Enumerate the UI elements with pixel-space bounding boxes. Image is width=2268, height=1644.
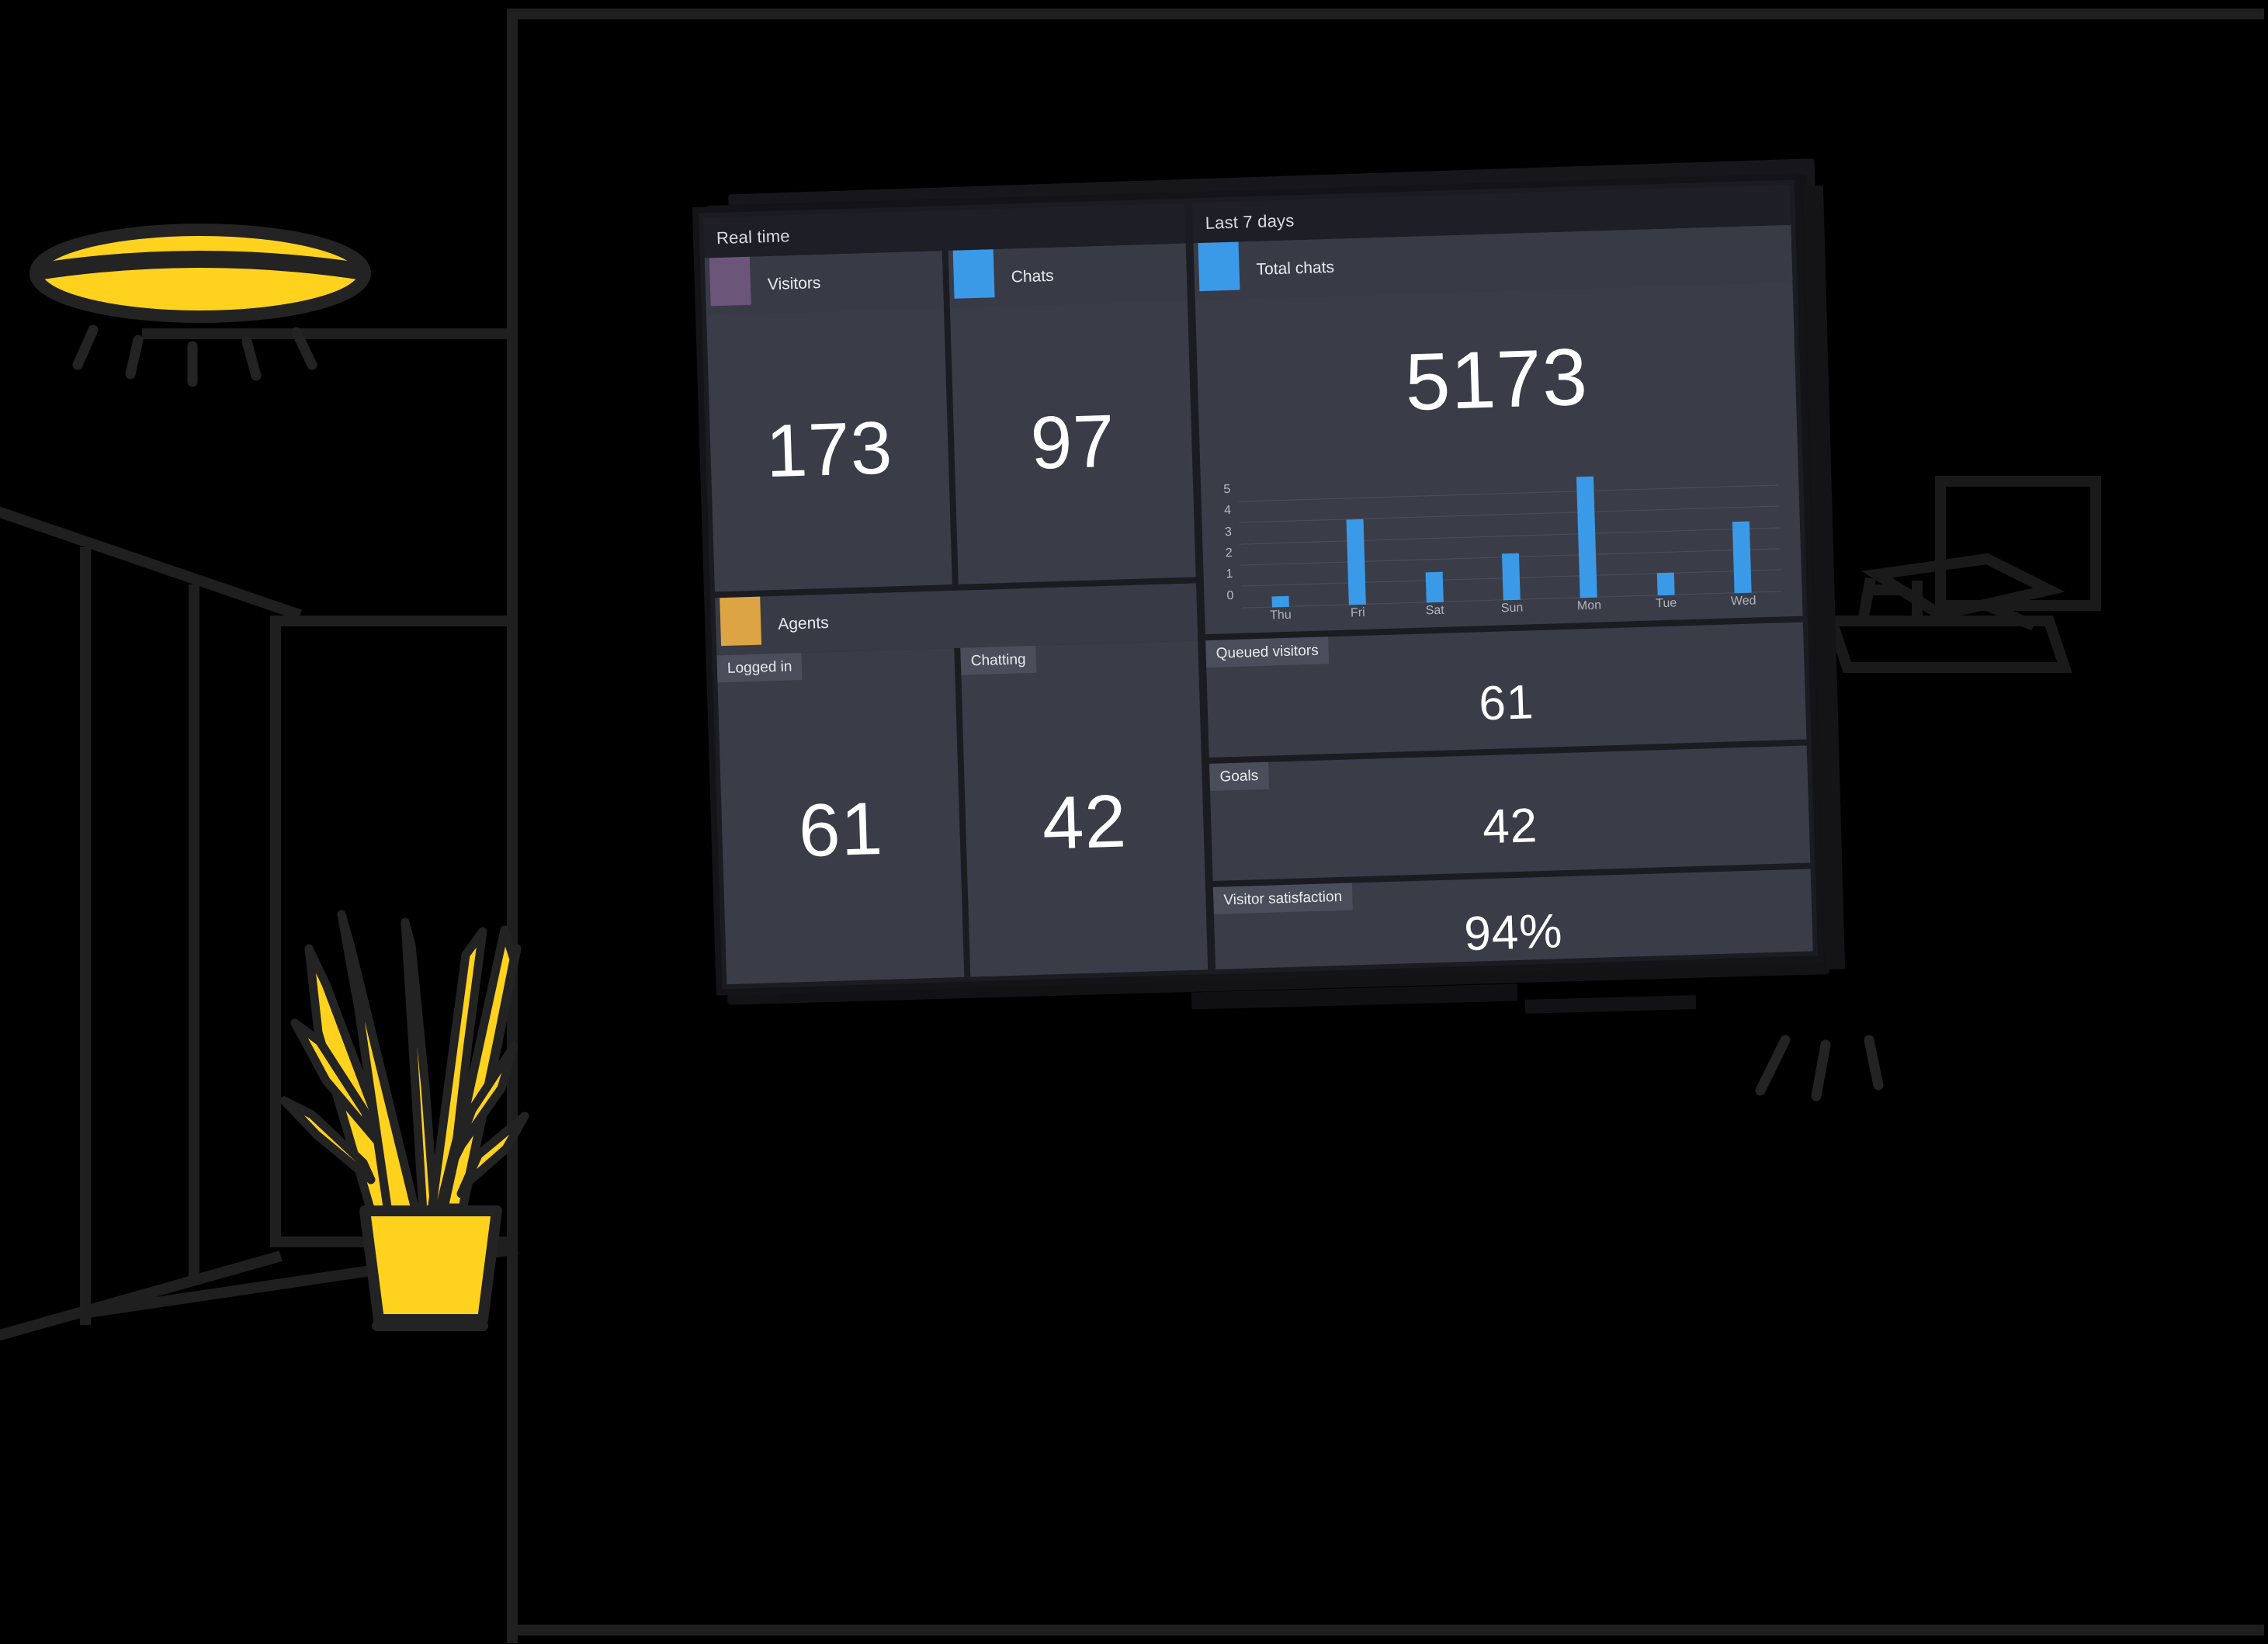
chats-color-swatch [952,249,995,299]
agents-chatting-tile[interactable]: Chatting 42 [960,640,1209,977]
chart-x-tick-label: Mon [1576,598,1602,613]
realtime-column: Real time Visitors 173 Chats 97 Agents L… [703,203,1209,985]
ceiling-lamp [29,224,371,387]
scene-root: Real time Visitors 173 Chats 97 Agents L… [0,0,2268,1644]
agents-title: Agents [777,613,829,633]
total-chats-color-swatch [1198,241,1240,292]
queued-visitors-panel[interactable]: Queued visitors 61 [1205,622,1807,758]
chart-bar[interactable] [1425,572,1444,603]
queued-visitors-tag: Queued visitors [1205,636,1330,668]
agents-block: Agents Logged in 61 Chatting 42 [715,583,1209,985]
visitors-value: 173 [765,406,894,494]
hall-floor-line-2 [87,1243,518,1318]
chart-y-tick: 5 [1223,483,1231,497]
logged-in-tag: Logged in [716,653,803,683]
chart-x-tick-label: Thu [1269,608,1292,623]
visitors-color-swatch [709,256,751,307]
chart-bar-cell [1392,473,1473,603]
chart-bar[interactable] [1656,572,1675,596]
total-chats-value: 5173 [1403,332,1590,428]
hall-floor-line [0,1250,283,1341]
visitors-tile-title: Visitors [767,274,821,294]
agents-color-swatch [720,596,762,647]
visitors-tile[interactable]: Visitors 173 [704,251,952,592]
goals-tag: Goals [1209,761,1269,791]
chart-bar-cell [1238,478,1319,608]
realtime-tiles-row: Visitors 173 Chats 97 [704,243,1196,592]
chart-y-axis: 0 1 2 3 4 5 [1209,481,1239,609]
chart-x-tick-label: Fri [1350,605,1365,620]
chart-bar-cell [1315,476,1396,605]
visitor-satisfaction-tag: Visitor satisfaction [1212,883,1353,914]
chart-x-tick-label: Wed [1730,594,1756,609]
potted-plant [279,910,529,1331]
chart-y-tick: 1 [1226,567,1233,581]
chats-tile-head: Chats [948,243,1188,308]
chart-x-tick-label: Tue [1656,596,1677,611]
chats-tile[interactable]: Chats 97 [948,243,1196,584]
chart-y-tick: 4 [1223,504,1232,518]
wall-tv: Real time Visitors 173 Chats 97 Agents L… [699,158,1882,1014]
chats-value: 97 [1029,399,1117,485]
chart-bar-cell [1469,471,1550,601]
chart-bar[interactable] [1576,476,1598,598]
chart-x-tick-label: Sat [1425,603,1444,618]
agents-tiles-row: Logged in 61 Chatting 42 [716,640,1209,985]
chatting-tag: Chatting [960,645,1037,675]
chats-tile-title: Chats [1011,266,1054,286]
chart-bar[interactable] [1346,519,1366,605]
chart-bars [1238,464,1782,608]
chatting-value: 42 [1041,779,1129,865]
total-chats-title: Total chats [1256,258,1335,279]
agents-logged-in-tile[interactable]: Logged in 61 [716,647,965,985]
chart-bar[interactable] [1501,553,1521,601]
chart-bar-cell [1701,464,1781,594]
chart-y-tick: 2 [1225,546,1233,560]
total-chats-chart: 0 1 2 3 4 5 Thu Fri Sat Sun Mon Tue Wed [1201,460,1803,633]
logged-in-value: 61 [797,786,885,872]
tv-foot-right [1524,995,1697,1014]
chart-bar-cell [1624,466,1704,596]
tv-screen: Real time Visitors 173 Chats 97 Agents L… [699,179,1818,990]
chart-bar[interactable] [1732,521,1752,594]
chart-bar[interactable] [1271,595,1289,608]
chart-y-tick: 3 [1224,525,1233,539]
chart-x-tick-label: Sun [1500,601,1524,616]
queued-visitors-value: 61 [1478,675,1535,731]
tv-light-rays [1755,1035,1884,1101]
last7days-column: Last 7 days Total chats 5173 012345 Thu … [1191,184,1813,969]
chart-bar-cell [1546,469,1627,598]
hall-ceiling-line [0,506,302,620]
chart-plot-area [1238,464,1782,609]
goals-value: 42 [1482,799,1539,855]
chart-y-tick: 0 [1226,588,1234,602]
goals-panel[interactable]: Goals 42 [1209,745,1811,881]
total-chats-panel[interactable]: Total chats 5173 0 1 2 3 4 5 Thu Fri Sat Sun Mon T… [1193,224,1803,634]
visitor-satisfaction-panel[interactable]: Visitor satisfaction 94% [1212,869,1813,969]
visitors-tile-head: Visitors [704,251,944,316]
